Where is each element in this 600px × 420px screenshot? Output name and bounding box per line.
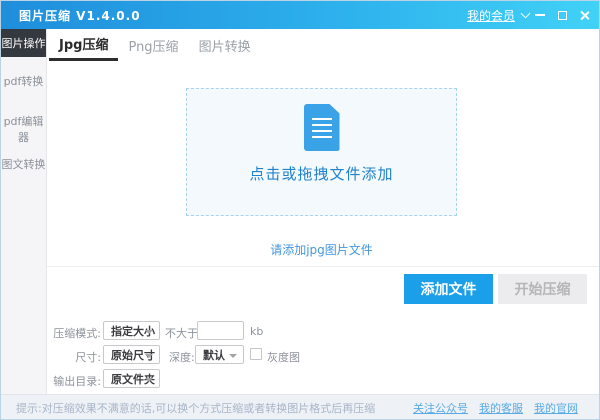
- caret-down-icon: [229, 354, 237, 358]
- titlebar: 图片压缩 V1.4.0.0 我的会员: [1, 1, 599, 29]
- add-jpg-hint[interactable]: 请添加jpg图片文件: [186, 241, 457, 258]
- tab-jpg-compress[interactable]: Jpg压缩: [49, 29, 119, 61]
- not-greater-label: 不大于: [165, 327, 198, 340]
- app-title: 图片压缩 V1.4.0.0: [19, 8, 141, 23]
- sidebar-item-pdf-editor[interactable]: pdf编辑器: [1, 113, 46, 145]
- minimize-icon: [535, 14, 545, 16]
- caret-down-icon: [145, 378, 153, 382]
- file-dropzone[interactable]: 点击或拖拽文件添加: [186, 88, 457, 216]
- output-dir-label: 输出目录:: [53, 375, 101, 388]
- compress-mode-label: 压缩模式:: [53, 327, 101, 340]
- divider: [47, 266, 599, 267]
- max-size-input[interactable]: [197, 321, 244, 340]
- tab-bar: Jpg压缩 Png压缩 图片转换: [47, 29, 599, 61]
- tip-text: 提示:对压缩效果不满意的话,可以换个方式压缩或者转换图片格式后再压缩: [16, 402, 376, 415]
- sidebar-item-image-ops[interactable]: 图片操作: [1, 29, 46, 57]
- caret-down-icon: [145, 354, 153, 358]
- sidebar-item-pdf-convert[interactable]: pdf转换: [1, 73, 46, 89]
- document-lines: [311, 118, 332, 140]
- caret-down-icon: [145, 330, 153, 334]
- folded-corner: [329, 104, 340, 114]
- grayscale-label: 灰度图: [267, 351, 300, 364]
- grayscale-checkbox[interactable]: [250, 348, 262, 360]
- my-customer-service-link[interactable]: 我的客服: [479, 400, 523, 416]
- dropzone-label: 点击或拖拽文件添加: [249, 165, 394, 183]
- close-icon: [579, 10, 590, 21]
- maximize-icon: [557, 10, 567, 20]
- dimension-label: 尺寸:: [75, 351, 101, 364]
- tab-image-convert[interactable]: 图片转换: [189, 29, 261, 61]
- app-window: 图片压缩 V1.4.0.0 我的会员 图片操作 pdf转换 pdf编辑器 图文转…: [0, 0, 600, 420]
- kb-unit-label: kb: [250, 325, 264, 338]
- compress-mode-select[interactable]: 指定大小: [103, 321, 160, 340]
- start-compress-button[interactable]: 开始压缩: [498, 274, 587, 304]
- sidebar-item-image-text-convert[interactable]: 图文转换: [1, 156, 46, 172]
- depth-value: 默认: [203, 348, 225, 362]
- my-website-link[interactable]: 我的官网: [534, 400, 578, 416]
- output-dir-select[interactable]: 原文件夹: [103, 369, 160, 388]
- close-button[interactable]: [573, 1, 595, 29]
- depth-label: 深度:: [169, 351, 195, 364]
- depth-select[interactable]: 默认: [195, 345, 244, 364]
- status-bar: 提示:对压缩效果不满意的话,可以换个方式压缩或者转换图片格式后再压缩 关注公众号…: [1, 394, 599, 419]
- minimize-button[interactable]: [529, 1, 551, 29]
- document-icon: [303, 104, 340, 151]
- follow-official-account-link[interactable]: 关注公众号: [413, 400, 468, 416]
- member-link[interactable]: 我的会员: [467, 7, 515, 24]
- add-files-button[interactable]: 添加文件: [404, 274, 493, 304]
- maximize-button[interactable]: [551, 1, 573, 29]
- dimension-select[interactable]: 原始尺寸: [103, 345, 160, 364]
- tab-png-compress[interactable]: Png压缩: [118, 29, 188, 61]
